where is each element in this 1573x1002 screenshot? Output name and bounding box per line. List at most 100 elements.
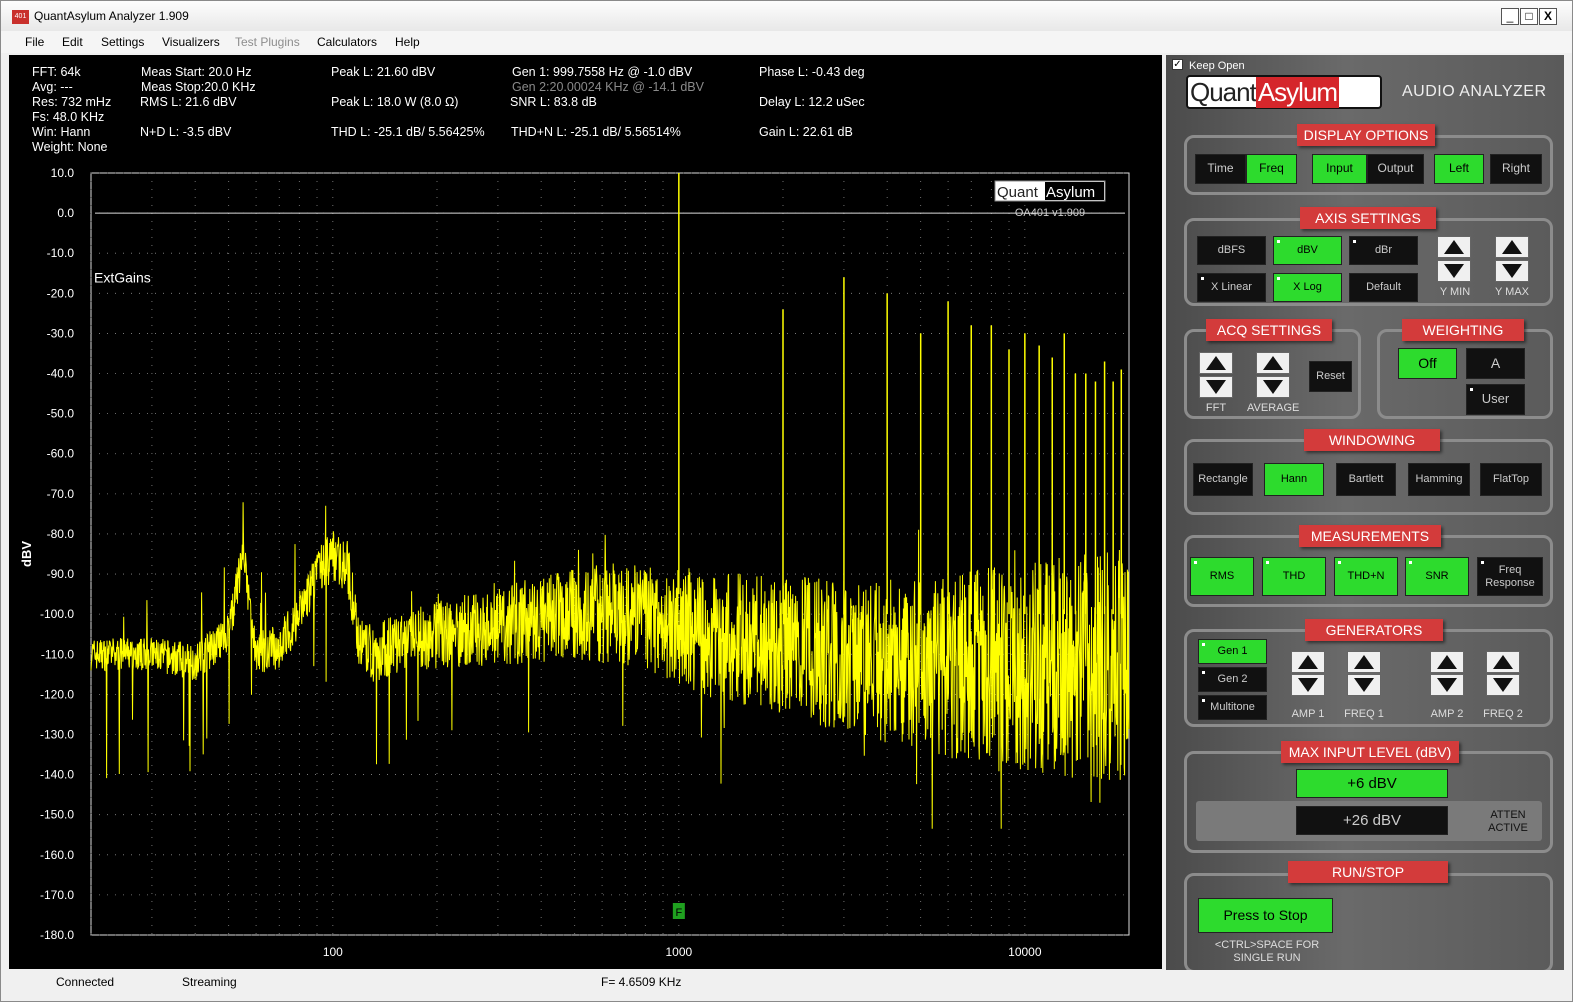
freq2-down-button[interactable] [1486,674,1520,696]
y-tick-label: -160.0 [40,848,74,862]
amp2-down-button[interactable] [1430,674,1464,696]
freq-response-indicator [1481,561,1484,564]
freq2-up-button[interactable] [1486,651,1520,673]
average-down-button[interactable] [1256,376,1290,398]
amp1-up-button[interactable] [1291,651,1325,673]
press-to-stop-button[interactable]: Press to Stop [1198,898,1333,933]
y-tick-label: -60.0 [47,447,75,461]
weighting-user-label: User [1481,391,1510,407]
menu-help[interactable]: Help [395,35,420,49]
fft-up-button[interactable] [1199,352,1233,374]
snr-indicator [1409,561,1412,564]
x-linear-button[interactable]: X Linear [1197,273,1266,302]
down-arrow-icon [1444,264,1464,278]
left-button[interactable]: Left [1434,154,1484,184]
amp2-up-button[interactable] [1430,651,1464,673]
y-tick-label: -150.0 [40,808,74,822]
default-axis-button[interactable]: Default [1349,273,1418,302]
gen1-button[interactable]: Gen 1 [1198,639,1267,664]
input-button[interactable]: Input [1312,154,1367,184]
thd-button[interactable]: THD [1262,557,1326,596]
spectrum-plot-panel[interactable]: FFT: 64k Avg: --- Res: 732 mHz Fs: 48.0 … [9,55,1162,969]
weighting-off-button[interactable]: Off [1398,348,1457,379]
rms-button[interactable]: RMS [1190,557,1254,596]
fft-down-button[interactable] [1199,376,1233,398]
user-indicator [1470,388,1473,391]
y-tick-label: -170.0 [40,888,74,902]
ymax-label: Y MAX [1494,286,1530,298]
ymax-up-button[interactable] [1495,236,1529,258]
gen2-button[interactable]: Gen 2 [1198,667,1267,692]
x-log-button[interactable]: X Log [1273,273,1342,302]
amp1-down-button[interactable] [1291,674,1325,696]
freq1-up-button[interactable] [1347,651,1381,673]
thdn-button[interactable]: THD+N [1334,557,1398,596]
y-tick-label: -110.0 [41,647,74,661]
ymin-down-button[interactable] [1437,260,1471,282]
keep-open-checkbox[interactable]: ✓ [1172,59,1183,70]
app-icon: 401 [12,10,29,24]
freq1-label: FREQ 1 [1344,708,1384,720]
menu-visualizers[interactable]: Visualizers [162,35,220,49]
output-button[interactable]: Output [1367,154,1424,184]
snr-button[interactable]: SNR [1405,557,1469,596]
y-tick-label: -80.0 [47,527,75,541]
plot-frame [90,172,1130,936]
menu-calculators[interactable]: Calculators [317,35,377,49]
gen2-indicator [1202,671,1205,674]
window-flattop-button[interactable]: FlatTop [1480,463,1542,496]
weighting-a-button[interactable]: A [1466,348,1525,379]
window-bartlett-button[interactable]: Bartlett [1336,463,1396,496]
x-log-label: X Log [1293,281,1322,294]
freq-response-button[interactable]: Freq Response [1477,557,1543,596]
dbfs-button[interactable]: dBFS [1197,236,1266,265]
max-input-plus6-button[interactable]: +6 dBV [1296,769,1448,798]
minimize-button[interactable]: _ [1501,8,1519,25]
status-bar: Connected Streaming F= 4.6509 KHz [1,971,1572,993]
window-hamming-button[interactable]: Hamming [1408,463,1470,496]
dbv-button[interactable]: dBV [1273,236,1342,265]
freq-button[interactable]: Freq [1246,154,1297,184]
measurements-title: MEASUREMENTS [1299,525,1441,547]
keep-open-label: Keep Open [1189,60,1245,72]
window-rectangle-button[interactable]: Rectangle [1193,463,1253,496]
ymin-up-button[interactable] [1437,236,1471,258]
max-input-plus26-button[interactable]: +26 dBV [1296,806,1448,835]
y-tick-label: -30.0 [47,326,75,340]
run-stop-title: RUN/STOP [1288,861,1448,883]
y-tick-label: -50.0 [47,407,75,421]
title-bar[interactable]: 401 QuantAsylum Analyzer 1.909 _ □ X [1,1,1572,31]
rms-indicator [1194,561,1197,564]
weighting-title: WEIGHTING [1402,319,1524,341]
menu-bar: File Edit Settings Visualizers Test Plug… [1,31,1572,53]
down-arrow-icon [1354,678,1374,692]
ymax-down-button[interactable] [1495,260,1529,282]
audio-analyzer-label: AUDIO ANALYZER [1402,83,1547,100]
spectrum-chart[interactable]: 10.0 0.0 -10.0 -20.0 -30.0 -40.0 -50.0 -60.0 -70… [9,55,1162,969]
freq1-down-button[interactable] [1347,674,1381,696]
weighting-user-button[interactable]: User [1466,384,1525,415]
x-tick-label: 100 [323,945,343,959]
down-arrow-icon [1502,264,1522,278]
menu-edit[interactable]: Edit [62,35,83,49]
average-up-button[interactable] [1256,352,1290,374]
window-hann-button[interactable]: Hann [1264,463,1324,496]
maximize-button[interactable]: □ [1520,8,1538,25]
close-button[interactable]: X [1539,8,1557,25]
thdn-indicator [1338,561,1341,564]
down-arrow-icon [1298,678,1318,692]
y-tick-label: 10.0 [51,166,75,180]
menu-file[interactable]: File [25,35,44,49]
menu-test-plugins[interactable]: Test Plugins [235,35,300,49]
menu-settings[interactable]: Settings [101,35,144,49]
average-label: AVERAGE [1247,402,1300,414]
time-button[interactable]: Time [1195,154,1246,184]
fft-label: FFT [1205,402,1227,414]
multitone-button[interactable]: Multitone [1198,695,1267,720]
dbr-button[interactable]: dBr [1349,236,1418,265]
spectrum-trace [90,502,1130,829]
reset-button[interactable]: Reset [1309,361,1352,392]
up-arrow-icon [1444,240,1464,254]
up-arrow-icon [1502,240,1522,254]
right-button[interactable]: Right [1490,154,1542,184]
